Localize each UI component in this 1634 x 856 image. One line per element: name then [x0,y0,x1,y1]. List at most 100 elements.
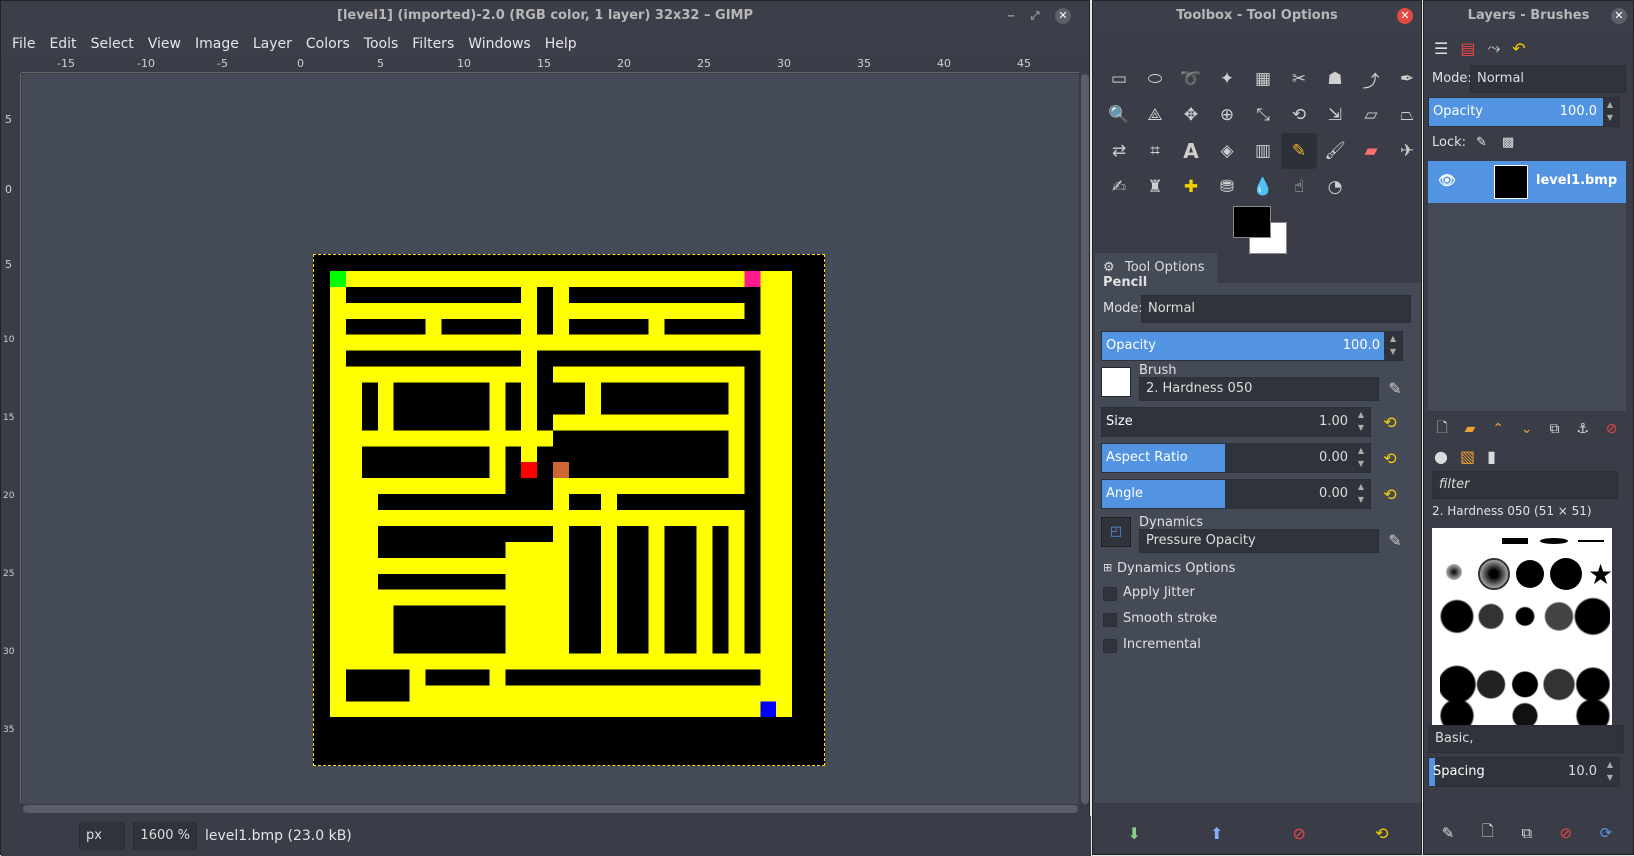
menu-view[interactable]: View [141,36,188,52]
tab-brushes[interactable]: ● [1434,447,1448,466]
ink-icon[interactable]: ✍ [1101,169,1137,205]
minimize-icon[interactable]: ‒ [1003,8,1019,24]
brush-texture-set[interactable] [1440,596,1610,732]
airbrush-icon[interactable]: ✈ [1389,133,1425,169]
delete-options-icon[interactable]: ⊘ [1293,824,1306,843]
reset-icon[interactable]: ⟲ [1380,485,1400,505]
free-select-icon[interactable]: ➰ [1173,61,1209,97]
menu-colors[interactable]: Colors [299,36,357,52]
brush-preview[interactable] [1101,367,1131,397]
restore-options-icon[interactable]: ⬆ [1210,824,1223,843]
incremental-checkbox[interactable] [1103,639,1117,653]
close-icon[interactable]: ✕ [1055,8,1071,24]
eraser-icon[interactable]: ▰ [1353,133,1389,169]
fg-bg-colors[interactable] [1233,206,1293,256]
delete-layer-icon[interactable]: ⊘ [1606,421,1618,437]
tab-channels[interactable]: ▤ [1460,39,1475,58]
ellipse-select-icon[interactable]: ⬭ [1137,61,1173,97]
menu-edit[interactable]: Edit [42,36,83,52]
clone-icon[interactable]: ♜ [1137,169,1173,205]
brush-item[interactable] [1516,560,1544,588]
new-group-icon[interactable]: ▰ [1465,421,1476,437]
dynamics-field[interactable]: Pressure Opacity [1139,529,1379,553]
tab-undo[interactable]: ↶ [1512,39,1525,58]
duplicate-layer-icon[interactable]: ⧉ [1549,421,1559,437]
save-options-icon[interactable]: ⬇ [1128,824,1141,843]
tab-patterns[interactable]: ▧ [1460,447,1475,466]
foreground-select-icon[interactable]: ☗ [1317,61,1353,97]
menu-select[interactable]: Select [84,36,141,52]
edit-icon[interactable]: ✎ [1385,531,1405,551]
tab-layers[interactable]: ☰ [1434,39,1448,58]
menu-filters[interactable]: Filters [405,36,461,52]
brush-grid[interactable]: ★ [1432,528,1612,738]
zoom-select[interactable]: 1600 % [133,822,197,850]
dynamics-icon[interactable]: ◰ [1101,517,1131,547]
tab-paths[interactable]: ⤳ [1487,38,1500,58]
move-icon[interactable]: ✥ [1173,97,1209,133]
layer-opacity-slider[interactable]: Opacity 100.0 ▲ ▼ [1428,97,1620,127]
perspective-clone-icon[interactable]: ⛃ [1209,169,1245,205]
apply-jitter-checkbox[interactable] [1103,587,1117,601]
perspective-icon[interactable]: ⏢ [1389,97,1425,133]
horizontal-scrollbar[interactable] [23,805,1078,813]
maximize-icon[interactable]: ⤢ [1027,8,1043,24]
dynamics-options-expander[interactable]: Dynamics Options [1117,561,1235,576]
menu-tools[interactable]: Tools [357,36,406,52]
layer-opacity-spinner[interactable]: ▲ ▼ [1601,98,1619,126]
brush-item[interactable] [1502,538,1528,544]
spacing-slider[interactable]: Spacing 10.0 ▲ ▼ [1428,757,1620,787]
transform-icon[interactable]: ⤡ [1245,97,1281,133]
eye-icon[interactable]: 👁 [1438,173,1456,189]
scissors-icon[interactable]: ✂ [1281,61,1317,97]
lower-layer-icon[interactable]: ⌄ [1521,421,1533,437]
fuzzy-select-icon[interactable]: ✦ [1209,61,1245,97]
unit-select[interactable]: px [79,822,125,850]
reset-icon[interactable]: ⟲ [1380,413,1400,433]
raise-layer-icon[interactable]: ⌃ [1492,421,1504,437]
text-icon[interactable]: A [1173,133,1209,169]
shear-icon[interactable]: ▱ [1353,97,1389,133]
brush-item-selected[interactable] [1478,558,1510,590]
opacity-slider[interactable]: Opacity 100.0 ▲ ▼ [1101,331,1403,361]
brush-set-select[interactable]: Basic, [1428,725,1624,753]
tab-gradients[interactable]: ▮ [1487,447,1496,466]
layer-name[interactable]: level1.bmp [1536,173,1617,188]
scale-icon[interactable]: ⇲ [1317,97,1353,133]
brush-item[interactable] [1446,564,1462,580]
duplicate-brush-icon[interactable]: ⧉ [1521,824,1532,842]
paths-icon[interactable]: ⤴ [1353,61,1389,97]
zoom-icon[interactable]: 🔍 [1101,97,1137,133]
refresh-brushes-icon[interactable]: ⟳ [1600,824,1613,842]
anchor-icon[interactable]: ⚓ [1576,421,1589,437]
blur-icon[interactable]: 💧 [1245,169,1281,205]
angle-slider[interactable]: Angle 0.00 ▲ ▼ [1101,479,1371,509]
new-layer-icon[interactable]: 🗋 [1436,417,1447,441]
dodge-icon[interactable]: ◔ [1317,169,1353,205]
lock-pixels-icon[interactable]: ✎ [1476,135,1487,150]
rect-select-icon[interactable]: ▭ [1101,61,1137,97]
aspect-spinner[interactable]: ▲ ▼ [1352,444,1370,472]
star-brush-icon[interactable]: ★ [1588,558,1612,591]
smooth-stroke-checkbox[interactable] [1103,613,1117,627]
size-spinner[interactable]: ▲ ▼ [1352,408,1370,436]
menu-windows[interactable]: Windows [461,36,538,52]
cage-icon[interactable]: ⌗ [1137,133,1173,169]
vertical-scrollbar[interactable] [1081,74,1089,804]
pencil-icon[interactable]: ✎ [1281,133,1317,169]
menu-file[interactable]: File [5,36,42,52]
brush-item[interactable] [1540,538,1568,544]
aspect-ratio-slider[interactable]: Aspect Ratio 0.00 ▲ ▼ [1101,443,1371,473]
spacing-spinner[interactable]: ▲ ▼ [1601,758,1619,786]
flip-icon[interactable]: ⇄ [1101,133,1137,169]
menu-image[interactable]: Image [188,36,246,52]
expand-icon[interactable]: ⊞ [1103,561,1112,574]
canvas-area[interactable] [22,74,1079,804]
lock-alpha-icon[interactable]: ▩ [1502,135,1514,150]
paintbrush-icon[interactable]: 🖌 [1317,133,1353,169]
menu-layer[interactable]: Layer [246,36,299,52]
menu-help[interactable]: Help [538,36,584,52]
new-brush-icon[interactable]: 🗋 [1482,821,1494,846]
close-icon[interactable]: ✕ [1611,8,1627,24]
brush-item[interactable] [1550,558,1582,590]
